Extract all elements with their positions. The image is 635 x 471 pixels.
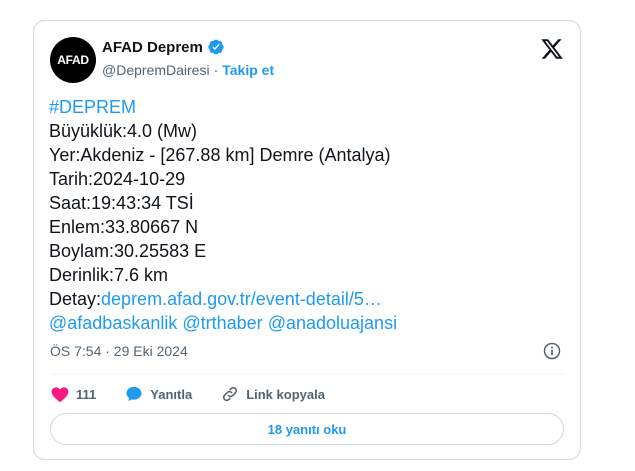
follow-button[interactable]: Takip et	[222, 62, 274, 78]
tweet-text: #DEPREM Büyüklük:4.0 (Mw) Yer:Akdeniz - …	[49, 95, 569, 335]
detail-line: Detay:deprem.afad.gov.tr/event-detail/5…	[49, 287, 569, 311]
copy-link-button[interactable]: Link kopyala	[220, 384, 325, 404]
verified-badge-icon	[208, 39, 224, 55]
reply-bubble-icon	[126, 386, 142, 402]
hashtag-link[interactable]: #DEPREM	[49, 97, 136, 117]
heart-icon	[51, 387, 69, 402]
mention-link[interactable]: @afadbaskanlik	[49, 313, 177, 333]
mention-link[interactable]: @trthaber	[182, 313, 262, 333]
read-replies-label: 18 yanıtı oku	[267, 421, 347, 437]
divider	[50, 374, 564, 375]
location-line: Yer:Akdeniz - [267.88 km] Demre (Antalya…	[49, 145, 391, 165]
copy-link-label: Link kopyala	[246, 386, 325, 402]
time-line: Saat:19:43:34 TSİ	[49, 193, 194, 213]
mentions-line: @afadbaskanlik @trthaber @anadoluajansi	[49, 311, 569, 335]
detail-label: Detay:	[49, 289, 102, 309]
longitude-line: Boylam:30.25583 E	[49, 241, 207, 261]
action-bar: 111 Yanıtla Link kopyala	[50, 383, 353, 405]
depth-line: Derinlik:7.6 km	[49, 265, 169, 285]
mention-link[interactable]: @anadoluajansi	[268, 313, 397, 333]
handle-separator: ·	[213, 62, 219, 78]
avatar-logo-text: AFAD	[57, 53, 89, 67]
reply-button[interactable]: Yanıtla	[124, 384, 192, 404]
display-name[interactable]: AFAD Deprem	[102, 39, 203, 56]
tweet-card: AFAD AFAD Deprem @DepremDairesi · Takip …	[33, 20, 581, 460]
reply-label: Yanıtla	[150, 386, 193, 402]
info-icon[interactable]	[542, 341, 562, 361]
handle[interactable]: @DepremDairesi	[102, 62, 210, 78]
like-button[interactable]: 111	[50, 384, 96, 404]
tweet-timestamp[interactable]: ÖS 7:54 · 29 Eki 2024	[50, 343, 188, 359]
detail-link[interactable]: deprem.afad.gov.tr/event-detail/5…	[101, 289, 382, 309]
author-name-row: AFAD Deprem	[102, 38, 225, 56]
read-replies-button[interactable]: 18 yanıtı oku	[50, 413, 564, 445]
date-line: Tarih:2024-10-29	[49, 169, 186, 189]
like-count: 111	[76, 386, 97, 402]
handle-row: @DepremDairesi · Takip et	[102, 62, 274, 78]
avatar[interactable]: AFAD	[50, 37, 96, 83]
x-logo-icon[interactable]	[540, 37, 564, 61]
link-icon	[223, 386, 238, 402]
latitude-line: Enlem:33.80667 N	[49, 217, 199, 237]
magnitude-line: Büyüklük:4.0 (Mw)	[49, 121, 198, 141]
